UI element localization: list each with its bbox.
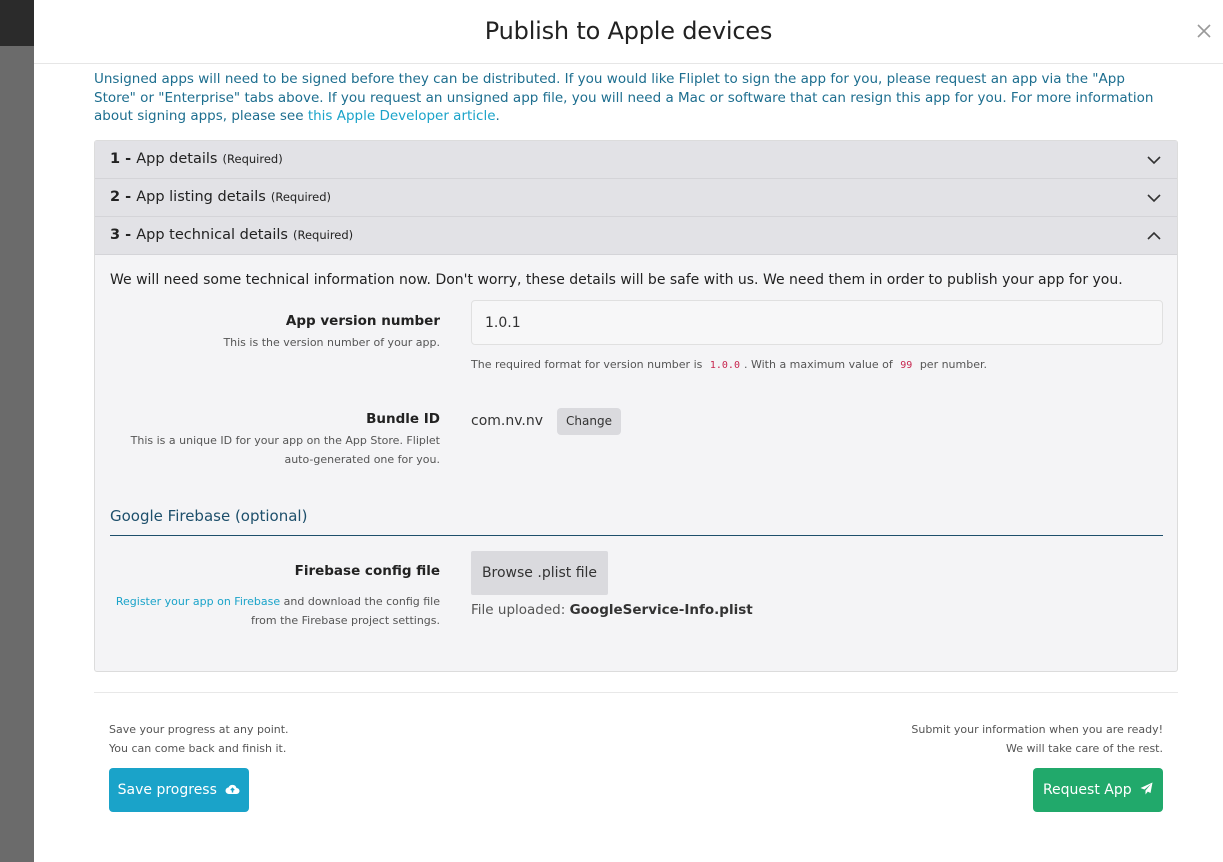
accordion: 1 - App details (Required) 2 - App listi… — [94, 140, 1178, 672]
backdrop-header — [0, 0, 34, 46]
accordion-label: App details — [136, 151, 218, 167]
firebase-help-rest: and download the config file — [280, 595, 440, 608]
format-note-suffix: per number. — [919, 358, 987, 371]
page-backdrop — [0, 0, 34, 862]
required-tag: (Required) — [222, 152, 283, 166]
chevron-down-icon — [1147, 194, 1161, 203]
apple-developer-link[interactable]: this Apple Developer article — [308, 108, 496, 124]
uploaded-filename: GoogleService-Info.plist — [569, 602, 753, 618]
bundle-help-line: This is a unique ID for your app on the … — [130, 434, 440, 447]
browse-plist-button[interactable]: Browse .plist file — [471, 551, 608, 595]
required-tag: (Required) — [293, 228, 354, 242]
accordion-label: App listing details — [136, 189, 266, 205]
uploaded-prefix: File uploaded: — [471, 602, 570, 618]
bundle-help: This is a unique ID for your app on the … — [131, 431, 440, 469]
format-max: 99 — [900, 360, 913, 371]
accordion-number: 1 - — [110, 151, 132, 167]
firebase-section-title: Google Firebase (optional) — [110, 507, 308, 525]
bundle-help-line: auto-generated one for you. — [284, 453, 440, 466]
accordion-title: 3 - App technical details (Required) — [110, 227, 353, 243]
format-note-middle: . With a maximum value of — [743, 358, 893, 371]
firebase-help-line: from the Firebase project settings. — [250, 614, 440, 627]
firebase-label: Firebase config file — [294, 563, 440, 579]
note-line: We will take care of the rest. — [1005, 742, 1163, 755]
version-format-note: The required format for version number i… — [471, 358, 987, 371]
accordion-title: 1 - App details (Required) — [110, 151, 283, 167]
uploaded-file-status: File uploaded: GoogleService-Info.plist — [471, 602, 753, 618]
save-progress-button[interactable]: Save progress — [109, 768, 249, 812]
accordion-title: 2 - App listing details (Required) — [110, 189, 331, 205]
accordion-number: 3 - — [110, 227, 132, 243]
footer-divider — [94, 692, 1178, 693]
firebase-help-line: Register your app on Firebase and downlo… — [116, 592, 440, 611]
cloud-upload-icon — [225, 784, 240, 794]
close-icon[interactable] — [1193, 20, 1215, 42]
request-app-button[interactable]: Request App — [1033, 768, 1163, 812]
version-label: App version number — [285, 313, 440, 329]
modal-header: Publish to Apple devices — [34, 0, 1223, 64]
accordion-label: App technical details — [136, 227, 288, 243]
register-firebase-link[interactable]: Register your app on Firebase — [116, 595, 280, 608]
section-divider — [110, 535, 1163, 536]
intro-suffix: . — [495, 108, 500, 124]
firebase-help: Register your app on Firebase and downlo… — [116, 592, 440, 630]
save-progress-label: Save progress — [117, 782, 217, 798]
request-app-label: Request App — [1042, 782, 1132, 798]
format-note-prefix: The required format for version number i… — [471, 358, 703, 371]
chevron-up-icon — [1147, 231, 1161, 240]
technical-intro: We will need some technical information … — [110, 272, 1123, 288]
accordion-number: 2 - — [110, 189, 132, 205]
version-input[interactable] — [471, 300, 1163, 345]
note-line: Submit your information when you are rea… — [911, 723, 1163, 736]
chevron-down-icon — [1147, 156, 1161, 165]
modal-title: Publish to Apple devices — [484, 17, 773, 45]
accordion-header-app-listing[interactable]: 2 - App listing details (Required) — [95, 179, 1177, 217]
note-line: Save your progress at any point. — [109, 723, 289, 736]
publish-modal: Publish to Apple devices Unsigned apps w… — [34, 0, 1223, 862]
bundle-id-value: com.nv.nv — [471, 413, 544, 429]
accordion-header-app-details[interactable]: 1 - App details (Required) — [95, 141, 1177, 179]
version-help: This is the version number of your app. — [223, 336, 440, 349]
intro-text: Unsigned apps will need to be signed bef… — [94, 70, 1164, 126]
accordion-header-technical[interactable]: 3 - App technical details (Required) — [95, 217, 1177, 255]
change-bundle-button[interactable]: Change — [557, 408, 621, 435]
save-progress-note: Save your progress at any point. You can… — [109, 720, 289, 758]
paper-plane-icon — [1140, 782, 1153, 795]
submit-note: Submit your information when you are rea… — [911, 720, 1163, 758]
note-line: You can come back and finish it. — [109, 742, 287, 755]
intro-body: Unsigned apps will need to be signed bef… — [94, 71, 1154, 124]
format-example: 1.0.0 — [709, 360, 740, 371]
required-tag: (Required) — [270, 190, 332, 204]
bundle-label: Bundle ID — [366, 411, 440, 427]
